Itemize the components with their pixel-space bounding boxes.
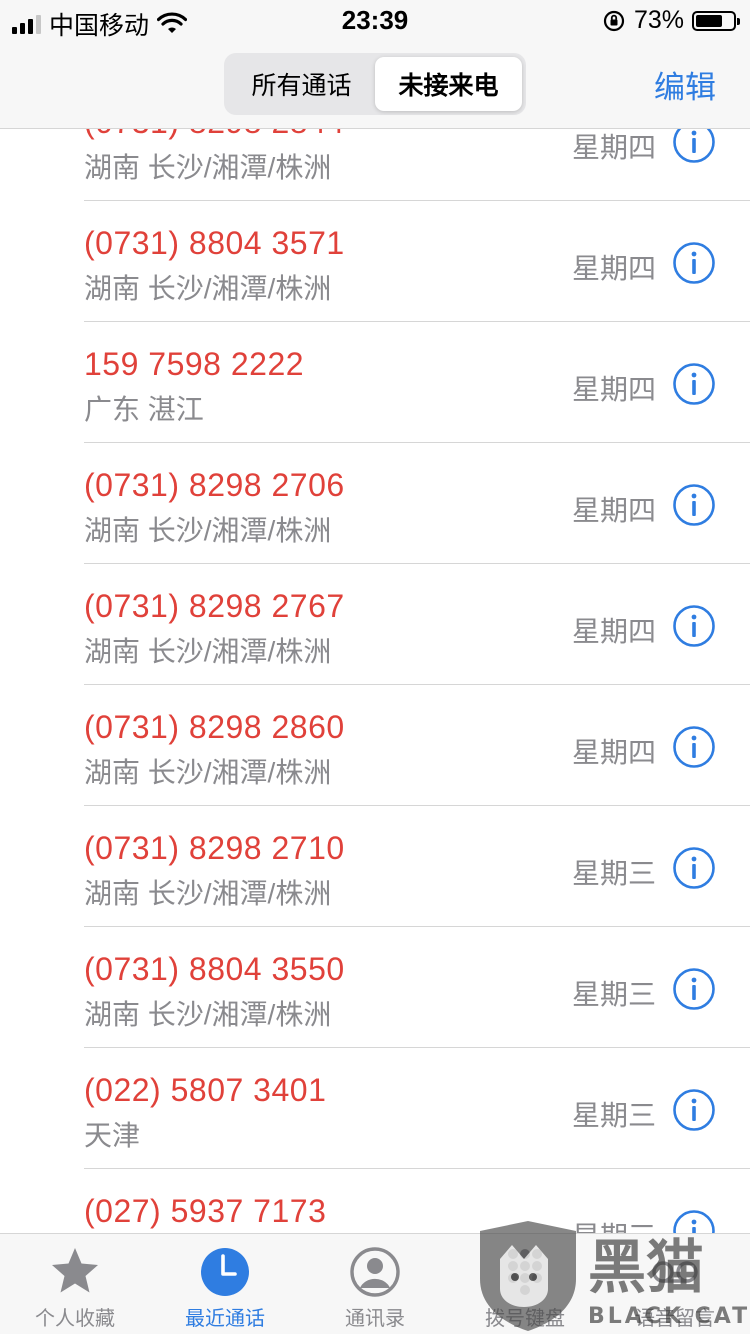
call-number: (0731) 8298 2710	[84, 830, 345, 866]
tab-favorites[interactable]: 个人收藏	[0, 1234, 150, 1334]
call-day: 星期三	[571, 858, 656, 889]
call-day: 星期四	[571, 495, 656, 526]
clock-icon	[201, 1248, 249, 1296]
call-day: 星期四	[571, 737, 656, 768]
call-location: 湖南 长沙/湘潭/株洲	[84, 636, 332, 667]
call-day: 星期四	[571, 253, 656, 284]
call-filter-segmented-control[interactable]: 所有通话 未接来电	[224, 53, 526, 115]
tab-recents[interactable]: 最近通话	[150, 1234, 300, 1334]
call-row[interactable]: (0731) 8298 2710 湖南 长沙/湘潭/株洲 星期三	[0, 806, 750, 927]
segment-missed-calls[interactable]: 未接来电	[375, 57, 522, 111]
call-day: 星期三	[571, 979, 656, 1010]
tab-keypad[interactable]: 拨号键盘	[450, 1234, 600, 1334]
tab-label: 拨号键盘	[485, 1308, 565, 1330]
status-right: 73%	[602, 6, 740, 35]
call-day: 星期四	[571, 132, 656, 163]
tab-label: 通讯录	[345, 1308, 405, 1330]
segment-all-calls[interactable]: 所有通话	[228, 57, 375, 111]
call-list[interactable]: (0731) 8298 2844湖南 长沙/湘潭/株洲星期四(0731) 880…	[0, 80, 750, 1290]
call-location: 湖南 长沙/湘潭/株洲	[84, 152, 332, 183]
call-day: 星期四	[571, 616, 656, 647]
info-icon[interactable]	[672, 241, 716, 285]
call-number: 159 7598 2222	[84, 346, 305, 382]
nav-bar: 所有通话 未接来电 编辑	[0, 40, 750, 129]
info-icon[interactable]	[672, 604, 716, 648]
orientation-lock-icon	[603, 10, 625, 31]
call-row[interactable]: (0731) 8804 3550 湖南 长沙/湘潭/株洲 星期三	[0, 927, 750, 1048]
info-icon[interactable]	[672, 725, 716, 769]
call-day: 星期四	[571, 374, 656, 405]
star-icon	[52, 1248, 98, 1293]
call-row[interactable]: (022) 5807 3401 天津 星期三	[0, 1048, 750, 1169]
battery-percent: 73%	[633, 6, 684, 34]
call-number: (0731) 8804 3550	[84, 951, 345, 987]
tab-label: 个人收藏	[35, 1308, 115, 1330]
call-row[interactable]: (0731) 8298 2860 湖南 长沙/湘潭/株洲 星期四	[0, 685, 750, 806]
voicemail-icon	[652, 1261, 698, 1283]
tab-bar: 个人收藏 最近通话 通讯录 拨号键盘 语音留言	[0, 1233, 750, 1334]
tab-contacts[interactable]: 通讯录	[300, 1234, 450, 1334]
call-number: (0731) 8298 2706	[84, 467, 345, 503]
call-day: 星期三	[571, 1100, 656, 1131]
info-icon[interactable]	[672, 483, 716, 527]
status-bar: 中国移动 23:39 73%	[0, 0, 750, 40]
call-location: 湖南 长沙/湘潭/株洲	[84, 515, 332, 546]
call-row[interactable]: (0731) 8298 2767 湖南 长沙/湘潭/株洲 星期四	[0, 564, 750, 685]
battery-icon	[692, 10, 740, 31]
call-row[interactable]: (0731) 8804 3571 湖南 长沙/湘潭/株洲 星期四	[0, 201, 750, 322]
info-icon[interactable]	[672, 846, 716, 890]
contacts-icon	[350, 1247, 400, 1297]
tab-voicemail[interactable]: 语音留言	[600, 1234, 750, 1334]
info-icon[interactable]	[672, 362, 716, 406]
call-number: (027) 5937 7173	[84, 1193, 327, 1229]
call-row[interactable]: 159 7598 2222 广东 湛江 星期四	[0, 322, 750, 443]
call-number: (0731) 8298 2767	[84, 588, 345, 624]
call-row[interactable]: (0731) 8298 2706 湖南 长沙/湘潭/株洲 星期四	[0, 443, 750, 564]
edit-button[interactable]: 编辑	[654, 62, 716, 107]
call-location: 湖南 长沙/湘潭/株洲	[84, 757, 332, 788]
call-number: (022) 5807 3401	[84, 1072, 327, 1108]
tab-label: 语音留言	[635, 1308, 715, 1330]
call-location: 天津	[84, 1120, 141, 1151]
call-location: 湖南 长沙/湘潭/株洲	[84, 273, 332, 304]
call-location: 广东 湛江	[84, 394, 204, 425]
call-number: (0731) 8804 3571	[84, 225, 345, 261]
call-number: (0731) 8298 2860	[84, 709, 345, 745]
call-location: 湖南 长沙/湘潭/株洲	[84, 878, 332, 909]
info-icon[interactable]	[672, 967, 716, 1011]
call-location: 湖南 长沙/湘潭/株洲	[84, 999, 332, 1030]
tab-label: 最近通话	[185, 1308, 265, 1330]
info-icon[interactable]	[672, 1088, 716, 1132]
keypad-icon	[508, 1249, 542, 1295]
